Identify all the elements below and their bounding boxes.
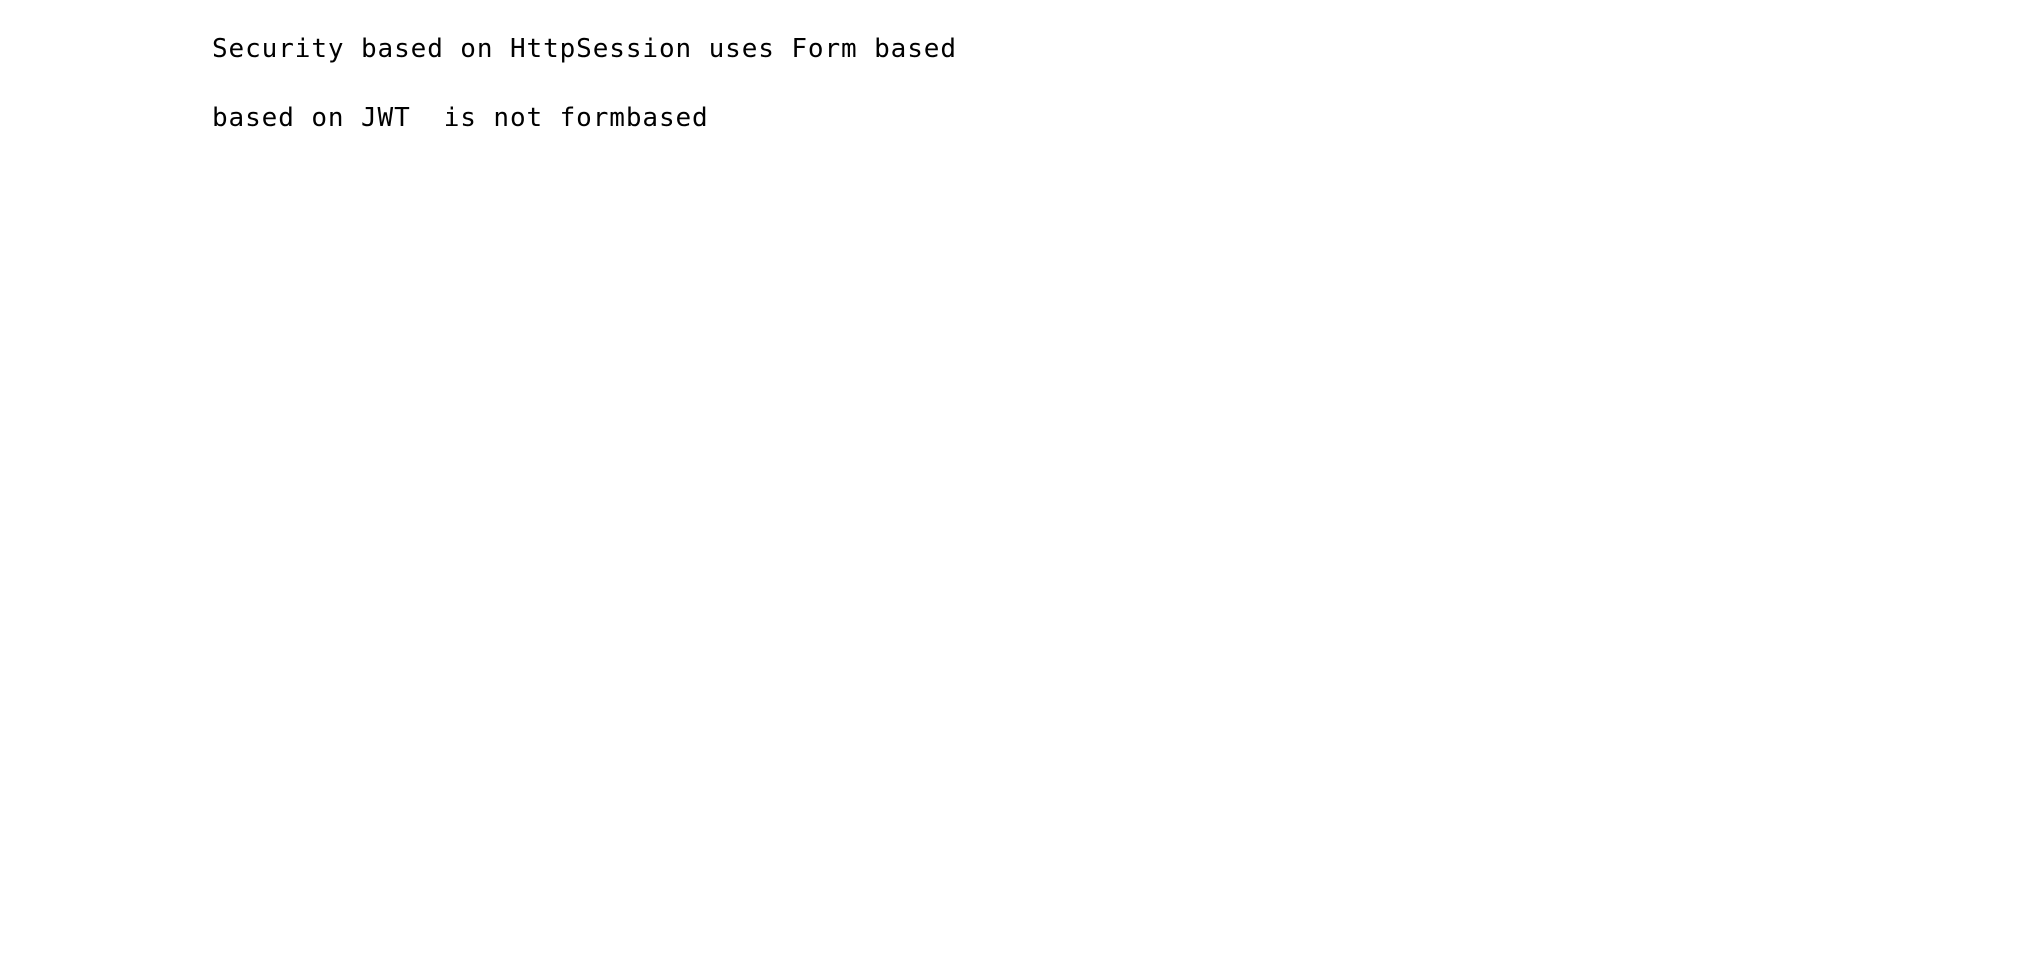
document-page: Security based on HttpSession uses Form …: [0, 0, 2022, 978]
text-line-1: Security based on HttpSession uses Form …: [212, 34, 957, 64]
text-line-2: based on JWT is not formbased: [212, 103, 709, 133]
